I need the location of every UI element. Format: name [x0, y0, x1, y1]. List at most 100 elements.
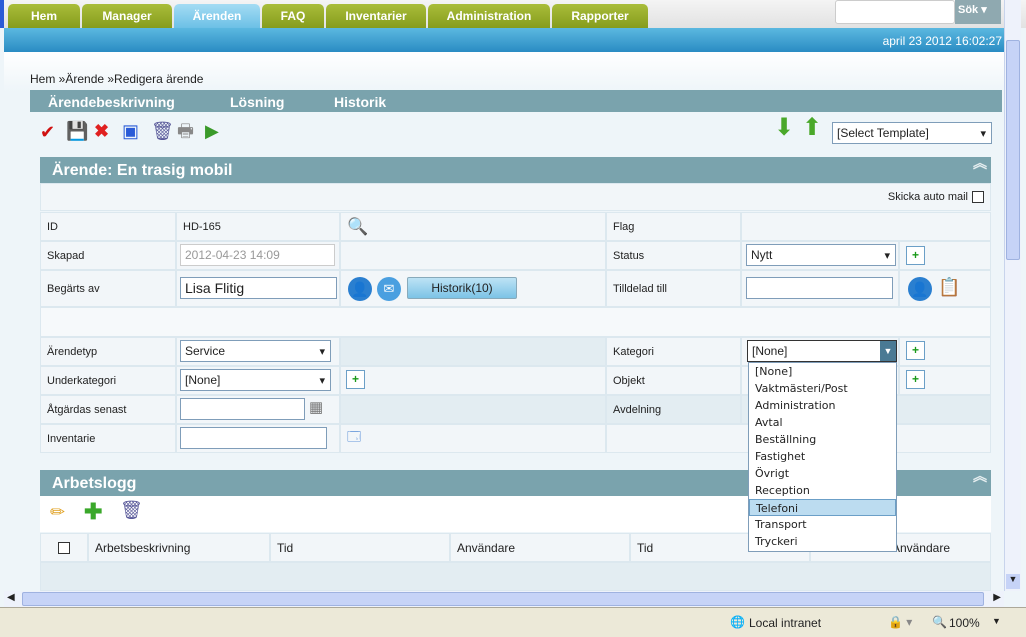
category-option[interactable]: Avtal: [749, 414, 896, 431]
save-icon[interactable]: 💾: [66, 121, 88, 141]
new-document-icon[interactable]: +: [346, 370, 365, 389]
requested-field[interactable]: Lisa Flitig: [180, 277, 337, 299]
nav-tab-faq[interactable]: FAQ: [262, 4, 324, 28]
chevron-down-icon[interactable]: ▼: [880, 341, 896, 361]
ticket-title: Ärende: En trasig mobil: [52, 162, 233, 179]
category-option[interactable]: Vaktmästeri/Post: [749, 380, 896, 397]
category-option[interactable]: Övrigt: [749, 465, 896, 482]
scroll-left-icon[interactable]: ◀: [7, 592, 15, 603]
nav-tab-rapporter[interactable]: Rapporter: [552, 4, 648, 28]
vertical-scrollbar[interactable]: ▼: [1004, 0, 1021, 591]
status-select[interactable]: Nytt: [746, 244, 896, 266]
assign-note-icon[interactable]: 📋: [938, 277, 960, 297]
breadcrumb-hem[interactable]: Hem »: [30, 72, 65, 86]
collapse-icon[interactable]: ︽: [973, 469, 987, 483]
category-option[interactable]: [None]: [749, 363, 896, 380]
category-option[interactable]: Tryckeri: [749, 533, 896, 550]
scroll-down-icon[interactable]: ▼: [1006, 574, 1020, 589]
trash-icon[interactable]: 🗑: [120, 500, 143, 520]
type-actions: [340, 337, 606, 366]
collapse-icon[interactable]: ︽: [973, 156, 987, 170]
subcat-select[interactable]: [None]: [180, 369, 331, 391]
tab-losning[interactable]: Lösning: [230, 94, 284, 110]
flag-label: Flag: [606, 212, 741, 241]
history-button[interactable]: Historik(10): [407, 277, 517, 299]
category-option[interactable]: Telefoni: [749, 499, 896, 516]
worklog-title: Arbetslogg: [52, 475, 137, 492]
delete-x-icon[interactable]: ✖: [94, 121, 109, 141]
assigned-field[interactable]: [746, 277, 893, 299]
horizontal-scrollbar[interactable]: ◀ ▶: [4, 591, 1004, 607]
id-actions: 🔍: [340, 212, 606, 241]
search-input[interactable]: [835, 0, 955, 24]
due-field[interactable]: [180, 398, 305, 420]
nav-tab-arenden[interactable]: Ärenden: [174, 4, 260, 28]
id-value: HD-165: [176, 212, 340, 241]
search-icon[interactable]: 🔍: [347, 217, 368, 237]
tab-historik[interactable]: Historik: [334, 94, 386, 110]
object-label: Objekt: [606, 366, 741, 395]
spacer-row: [40, 307, 991, 337]
zoom-level[interactable]: 100%: [949, 616, 980, 630]
nav-tab-manager[interactable]: Manager: [82, 4, 172, 28]
nav-tab-inventarier[interactable]: Inventarier: [326, 4, 426, 28]
created-field: 2012-04-23 14:09: [180, 244, 335, 266]
nav-tab-administration[interactable]: Administration: [428, 4, 550, 28]
category-option[interactable]: Fastighet: [749, 448, 896, 465]
scroll-right-icon[interactable]: ▶: [993, 592, 1001, 603]
nav-tab-hem[interactable]: Hem: [8, 4, 80, 28]
type-select[interactable]: Service: [180, 340, 331, 362]
template-select-value: [Select Template]: [837, 126, 929, 140]
scrollbar-thumb[interactable]: [22, 592, 984, 606]
protected-mode-icon[interactable]: 🔒 ▾: [888, 615, 912, 629]
zone-label: Local intranet: [749, 616, 822, 630]
new-document-icon[interactable]: +: [906, 370, 925, 389]
edit-pencil-icon[interactable]: ✏: [50, 502, 65, 522]
category-option[interactable]: Reception: [749, 482, 896, 499]
save-cancel-icon[interactable]: ▣: [122, 121, 139, 141]
mail-icon[interactable]: ✉: [377, 277, 401, 301]
arrow-up-icon[interactable]: ⬆: [802, 116, 822, 140]
inventory-lookup-icon[interactable]: 🗔: [347, 428, 361, 450]
column-header[interactable]: Tid: [270, 533, 450, 562]
template-select[interactable]: [Select Template]: [832, 122, 992, 144]
category-option[interactable]: Beställning: [749, 431, 896, 448]
subcat-value: [None]: [185, 373, 221, 387]
tab-arendebeskrivning[interactable]: Ärendebeskrivning: [48, 94, 175, 110]
search-button[interactable]: Sök ▾: [955, 0, 1001, 24]
new-document-icon[interactable]: +: [906, 341, 925, 360]
category-option[interactable]: Transport: [749, 516, 896, 533]
new-document-icon[interactable]: +: [906, 246, 925, 265]
print-icon[interactable]: 🖶: [177, 121, 194, 141]
flag-value: [741, 212, 991, 241]
calendar-icon[interactable]: ▦: [309, 398, 323, 418]
column-header[interactable]: Användare: [450, 533, 630, 562]
ticket-section-header: Ärende: En trasig mobil ︽: [40, 156, 991, 183]
category-select[interactable]: [None] ▼: [747, 340, 897, 362]
due-label: Åtgärdas senast: [40, 395, 176, 424]
scrollbar-thumb[interactable]: [1006, 40, 1020, 260]
id-label: ID: [40, 212, 176, 241]
save-close-icon[interactable]: ✔: [40, 122, 55, 142]
column-header[interactable]: Arbetsbeskrivning: [88, 533, 270, 562]
inventory-actions: 🗔: [340, 424, 606, 453]
chevron-down-icon[interactable]: ▼: [992, 616, 1001, 626]
zoom-icon[interactable]: 🔍: [932, 615, 947, 629]
trash-icon[interactable]: 🗑: [151, 121, 174, 141]
select-all-checkbox[interactable]: [58, 541, 70, 554]
assigned-label: Tilldelad till: [606, 270, 741, 307]
user-icon[interactable]: 👤: [908, 277, 932, 301]
category-option[interactable]: Administration: [749, 397, 896, 414]
dept-label: Avdelning: [606, 395, 741, 424]
auto-mail-checkbox[interactable]: [972, 191, 984, 203]
globe-icon: 🌐: [730, 615, 745, 629]
inventory-field[interactable]: [180, 427, 327, 449]
forward-icon[interactable]: ▶: [205, 121, 219, 141]
breadcrumb-arende[interactable]: Ärende »: [65, 72, 114, 86]
breadcrumb-current: Redigera ärende: [114, 72, 204, 86]
add-icon[interactable]: ✚: [84, 501, 102, 523]
inventory-label: Inventarie: [40, 424, 176, 453]
arrow-down-icon[interactable]: ⬇: [774, 116, 794, 140]
select-all-cell: [40, 533, 88, 562]
user-icon[interactable]: 👤: [348, 277, 372, 301]
